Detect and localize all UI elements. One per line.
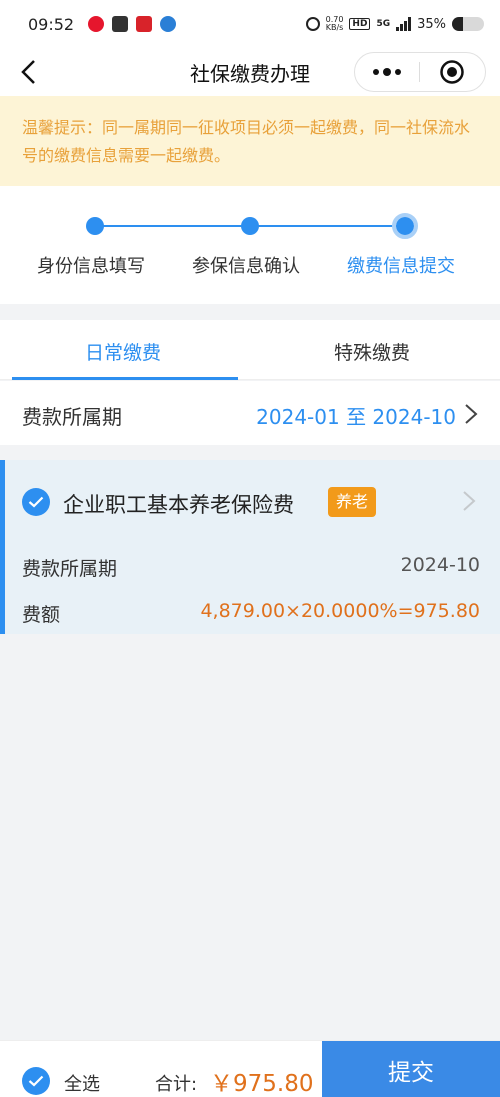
pension-tag: 养老 bbox=[328, 487, 377, 517]
step-dot bbox=[86, 217, 104, 235]
nav-bar: 社保缴费办理 bbox=[0, 48, 500, 96]
step-connector bbox=[95, 225, 250, 227]
close-miniprogram-button[interactable] bbox=[420, 53, 486, 91]
more-button[interactable] bbox=[355, 53, 419, 91]
status-time: 09:52 bbox=[28, 14, 75, 34]
battery-percent: 35% bbox=[417, 16, 446, 32]
period-label: 费款所属期 bbox=[22, 405, 122, 429]
card-icon bbox=[112, 16, 129, 32]
weibo-icon bbox=[88, 16, 105, 32]
item-amount-value: 4,879.00×20.0000%=975.80 bbox=[200, 600, 480, 622]
target-close-icon bbox=[440, 60, 465, 84]
progress-steps: 身份信息填写 参保信息确认 缴费信息提交 bbox=[0, 186, 500, 304]
total-amount: ￥975.80 bbox=[210, 1071, 314, 1097]
alarm-icon bbox=[305, 17, 320, 31]
tab-indicator bbox=[12, 377, 238, 380]
network-type: 5G bbox=[376, 19, 391, 29]
checkmark-icon bbox=[28, 496, 44, 508]
period-value: 2024-01 至 2024-10 bbox=[256, 405, 456, 429]
item-period-label: 费款所属期 bbox=[22, 558, 118, 580]
select-all-label[interactable]: 全选 bbox=[64, 1070, 100, 1096]
chevron-right-icon bbox=[465, 404, 478, 424]
status-bar: 09:52 0.70 KB/s HD 5G 35% bbox=[0, 0, 500, 48]
step-dot-current bbox=[392, 213, 418, 239]
miniprogram-capsule bbox=[354, 52, 486, 92]
step-label: 参保信息确认 bbox=[192, 256, 300, 277]
net-speed: 0.70 KB/s bbox=[325, 15, 344, 32]
item-checkbox[interactable] bbox=[22, 488, 50, 516]
select-all-checkbox[interactable] bbox=[22, 1067, 50, 1095]
payment-item-card[interactable]: 企业职工基本养老保险费 养老 费款所属期 2024-10 费额 4,879.00… bbox=[0, 460, 500, 634]
step-connector bbox=[250, 225, 405, 227]
submit-button[interactable]: 提交 bbox=[322, 1041, 500, 1097]
warm-tip: 温馨提示：同一属期同一征收项目必须一起缴费，同一社保流水号的缴费信息需要一起缴费… bbox=[0, 96, 500, 186]
battery-icon bbox=[452, 17, 484, 31]
app-notification-icon bbox=[136, 16, 153, 32]
more-dots-icon bbox=[372, 68, 401, 76]
chevron-right-icon[interactable] bbox=[462, 490, 476, 512]
tab-daily-payment[interactable]: 日常缴费 bbox=[85, 338, 161, 365]
period-selector[interactable]: 费款所属期 2024-01 至 2024-10 bbox=[0, 381, 500, 445]
step-label-current: 缴费信息提交 bbox=[347, 256, 455, 277]
total-label: 合计: bbox=[155, 1074, 198, 1095]
signal-icon bbox=[396, 17, 412, 31]
bottom-action-bar: 全选 合计: ￥975.80 提交 bbox=[0, 1040, 500, 1097]
item-name: 企业职工基本养老保险费 bbox=[63, 493, 294, 517]
step-label: 身份信息填写 bbox=[37, 256, 145, 277]
tab-bar: 日常缴费 特殊缴费 bbox=[0, 320, 500, 380]
step-dot bbox=[241, 217, 259, 235]
item-period-value: 2024-10 bbox=[400, 554, 480, 576]
checkmark-icon bbox=[28, 1075, 44, 1087]
item-amount-label: 费额 bbox=[22, 604, 61, 626]
app-badge-icon bbox=[160, 16, 177, 32]
tab-special-payment[interactable]: 特殊缴费 bbox=[334, 338, 410, 365]
hd-icon: HD bbox=[349, 18, 371, 30]
